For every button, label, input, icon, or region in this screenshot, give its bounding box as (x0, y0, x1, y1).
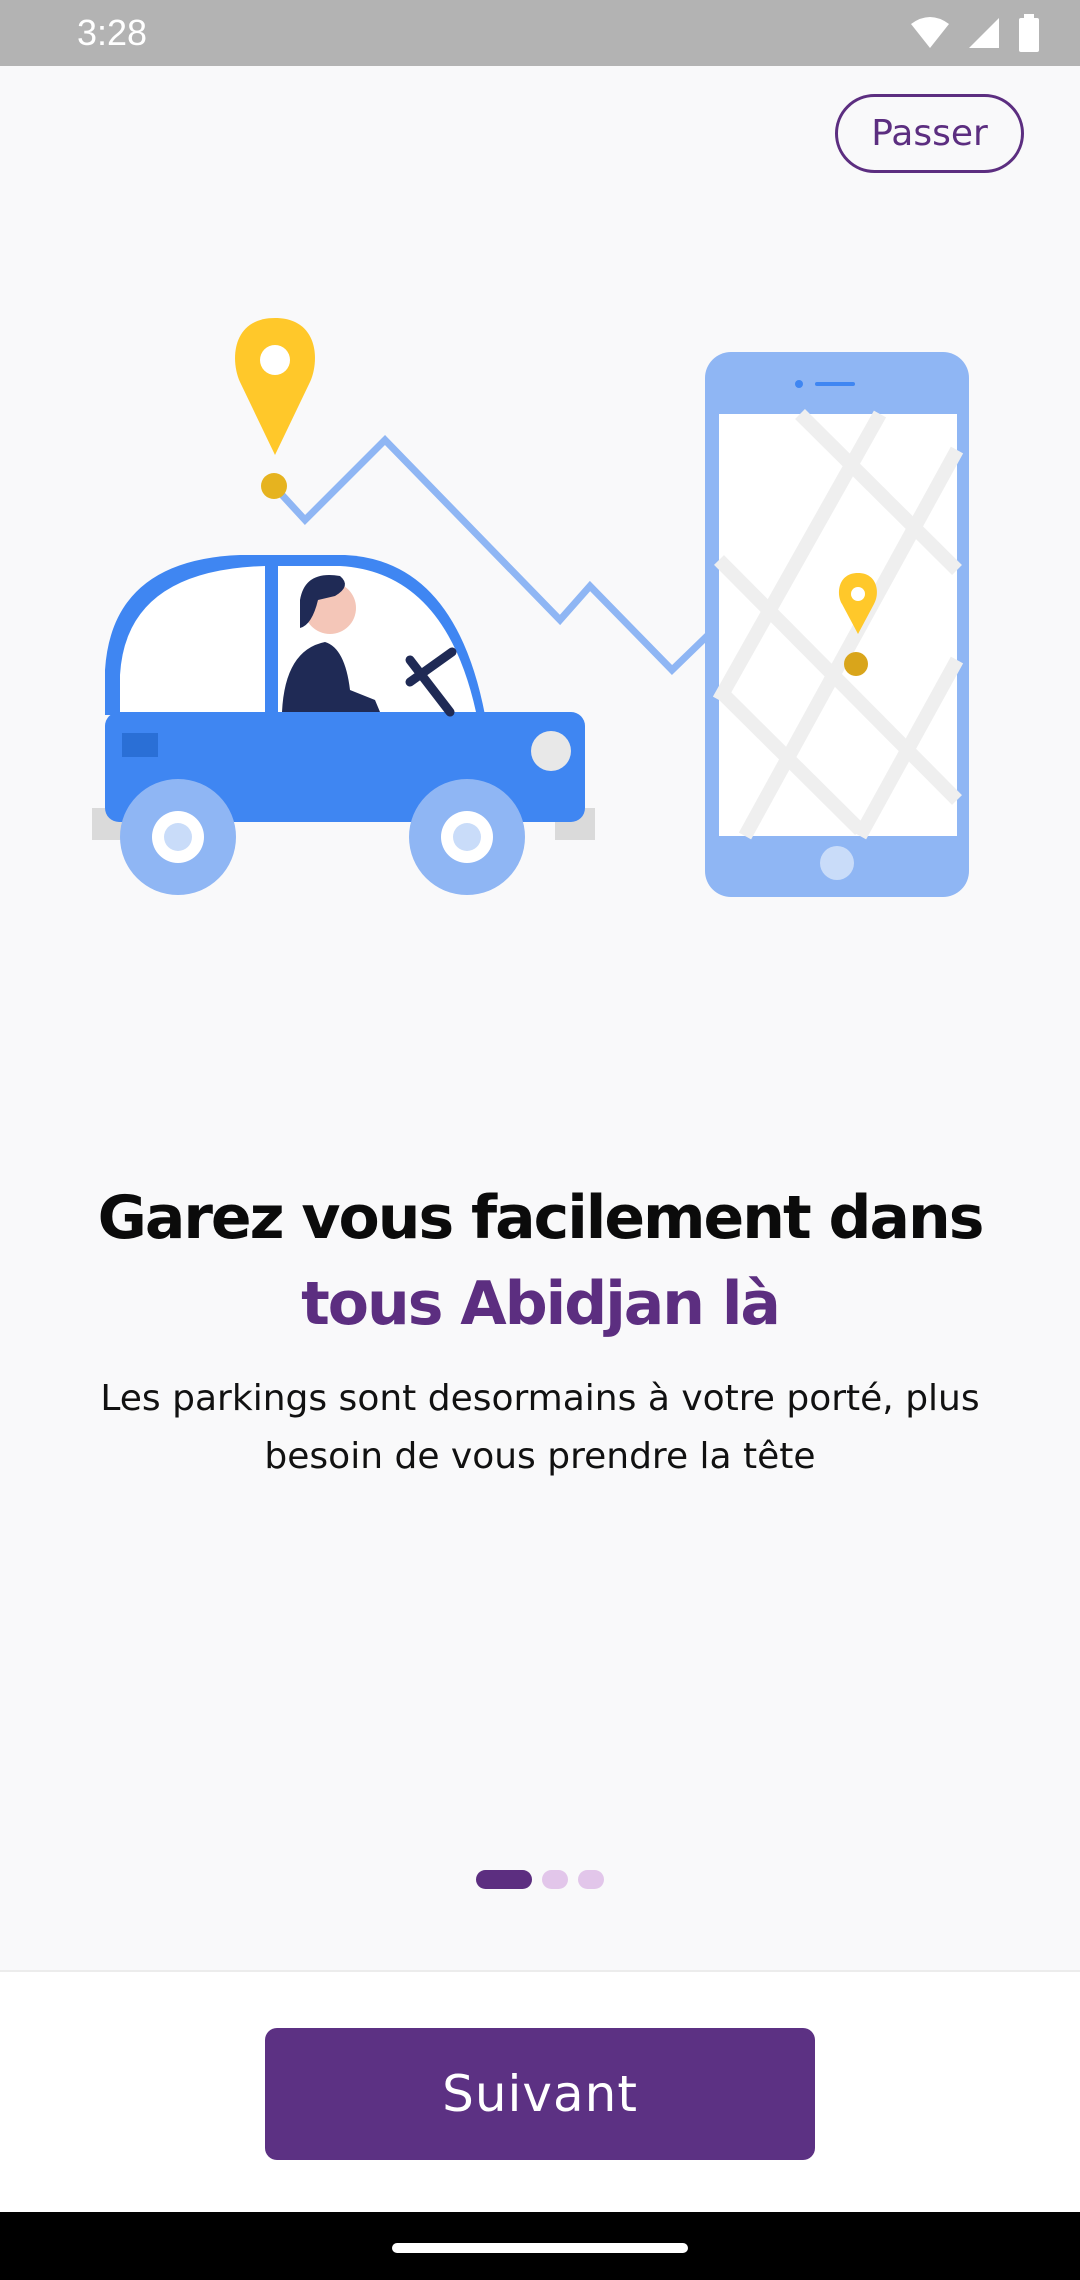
phone-icon (705, 352, 969, 897)
next-button[interactable]: Suivant (265, 2028, 815, 2160)
status-time: 3:28 (77, 12, 148, 53)
skip-button[interactable]: Passer (835, 94, 1024, 173)
page-dot (578, 1870, 604, 1889)
wifi-icon (911, 17, 949, 48)
car-icon (92, 555, 595, 895)
onboarding-subtitle: Les parkings sont desormains à votre por… (100, 1378, 980, 1477)
page-indicator (0, 1870, 1080, 1889)
page-dot-active (476, 1870, 532, 1889)
status-bar: 3:28 (0, 0, 1080, 66)
bottom-panel: Suivant (0, 1970, 1080, 2212)
navigation-bar (0, 2212, 1080, 2280)
home-indicator[interactable] (392, 2243, 688, 2253)
page-dot (542, 1870, 568, 1889)
title-line-1: Garez vous facilement dans (97, 1183, 985, 1253)
battery-icon (1019, 14, 1039, 52)
onboarding-illustration (92, 318, 969, 897)
status-icons (910, 14, 1040, 52)
title-line-2: tous Abidjan là (301, 1269, 781, 1339)
onboarding-title: Garez vous facilement dans tous Abidjan … (0, 1175, 1080, 1347)
signal-icon (969, 18, 999, 48)
location-pin-icon (235, 318, 315, 499)
